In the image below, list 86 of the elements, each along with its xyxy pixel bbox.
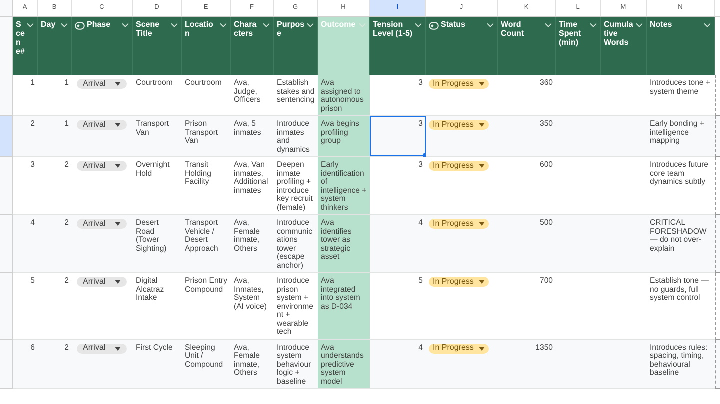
- header-label: Location: [185, 20, 214, 40]
- chip-icon: [75, 22, 85, 30]
- column-header[interactable]: Purpose: [274, 17, 318, 75]
- column-header[interactable]: Day: [38, 17, 72, 75]
- caret-icon: [115, 123, 121, 127]
- row-gutter[interactable]: [0, 116, 13, 157]
- phase-chip[interactable]: Arrival: [77, 277, 127, 287]
- table-cell[interactable]: [715, 116, 720, 157]
- table-cell[interactable]: [715, 273, 720, 340]
- column-header[interactable]: Location: [182, 17, 231, 75]
- phase-chip[interactable]: Arrival: [77, 344, 127, 354]
- row-gutter[interactable]: [0, 157, 13, 215]
- column-header[interactable]: Characters: [231, 17, 274, 75]
- column-header[interactable]: Status: [426, 17, 498, 75]
- caret-icon: [115, 222, 121, 226]
- column-header[interactable]: Scene#: [13, 17, 38, 75]
- chevron-down-icon[interactable]: [590, 23, 597, 28]
- row-gutter[interactable]: [0, 215, 13, 273]
- status-chip[interactable]: In Progress: [429, 344, 489, 354]
- chevron-down-icon[interactable]: [415, 23, 422, 28]
- chevron-down-icon[interactable]: [220, 23, 227, 28]
- chevron-down-icon[interactable]: [545, 23, 552, 28]
- column-header[interactable]: Tension Level (1-5): [370, 17, 426, 75]
- table-cell[interactable]: Arrival: [72, 340, 133, 389]
- header-label: Outcome: [321, 20, 357, 31]
- status-chip[interactable]: In Progress: [429, 277, 489, 287]
- header-label: Notes: [650, 20, 674, 31]
- table-cell[interactable]: [715, 340, 720, 389]
- caret-icon: [478, 280, 485, 284]
- caret-icon: [478, 82, 485, 86]
- column-header[interactable]: Phase: [72, 17, 133, 75]
- chevron-down-icon[interactable]: [307, 23, 314, 28]
- chevron-down-icon[interactable]: [636, 23, 643, 28]
- caret-icon: [478, 164, 485, 168]
- chevron-down-icon[interactable]: [487, 23, 494, 28]
- header-label: Scene Title: [136, 20, 161, 40]
- status-chip[interactable]: In Progress: [429, 161, 489, 171]
- chevron-down-icon[interactable]: [171, 23, 178, 28]
- column-header[interactable]: Scene Title: [133, 17, 182, 75]
- column-header[interactable]: Cumulative Words: [601, 17, 647, 75]
- caret-icon: [478, 222, 485, 226]
- phase-chip[interactable]: Arrival: [77, 161, 127, 171]
- caret-icon: [115, 346, 121, 350]
- caret-icon: [478, 123, 485, 127]
- chevron-down-icon[interactable]: [263, 23, 270, 28]
- phase-chip[interactable]: Arrival: [77, 120, 127, 130]
- phase-chip[interactable]: Arrival: [77, 79, 127, 89]
- caret-icon: [115, 82, 121, 86]
- status-chip[interactable]: In Progress: [429, 120, 489, 130]
- status-chip[interactable]: In Progress: [429, 79, 489, 89]
- chevron-down-icon[interactable]: [61, 23, 68, 28]
- header-label: Characters: [234, 20, 258, 40]
- header-label: Tension Level (1-5): [373, 20, 413, 40]
- caret-icon: [115, 164, 121, 168]
- header-label: Status: [441, 20, 466, 31]
- header-label: Phase: [87, 20, 112, 31]
- row-gutter[interactable]: [0, 273, 13, 340]
- row-gutter[interactable]: [0, 75, 13, 116]
- table-cell[interactable]: In Progress: [426, 215, 498, 273]
- table-cell[interactable]: In Progress: [426, 157, 498, 215]
- header-label: Purpose: [277, 20, 305, 40]
- status-chip[interactable]: In Progress: [429, 219, 489, 229]
- header-label: Word Count: [501, 20, 526, 40]
- chip-icon: [429, 22, 439, 30]
- table-cell[interactable]: [715, 75, 720, 116]
- caret-icon: [478, 346, 485, 350]
- table-cell[interactable]: [715, 157, 720, 215]
- column-header[interactable]: Notes: [647, 17, 715, 75]
- chevron-down-icon[interactable]: [27, 23, 34, 28]
- table-cell[interactable]: Arrival: [72, 215, 133, 273]
- table-cell[interactable]: In Progress: [426, 116, 498, 157]
- chevron-down-icon[interactable]: [122, 23, 129, 28]
- caret-icon: [115, 280, 121, 284]
- header-label: Day: [41, 20, 57, 31]
- corner-cell[interactable]: [0, 0, 13, 16]
- column-header[interactable]: Time Spent (min): [556, 17, 601, 75]
- header-label: Scene#: [16, 20, 25, 58]
- header-label: Time Spent (min): [559, 20, 582, 49]
- phase-chip[interactable]: Arrival: [77, 219, 127, 229]
- header-label: Cumulative Words: [604, 20, 634, 49]
- table-cell[interactable]: In Progress: [426, 340, 498, 389]
- chevron-down-icon[interactable]: [704, 23, 711, 28]
- column-header[interactable]: Word Count: [498, 17, 556, 75]
- row-gutter[interactable]: [0, 340, 13, 389]
- table-cell[interactable]: Arrival: [72, 116, 133, 157]
- table-cell[interactable]: [715, 215, 720, 273]
